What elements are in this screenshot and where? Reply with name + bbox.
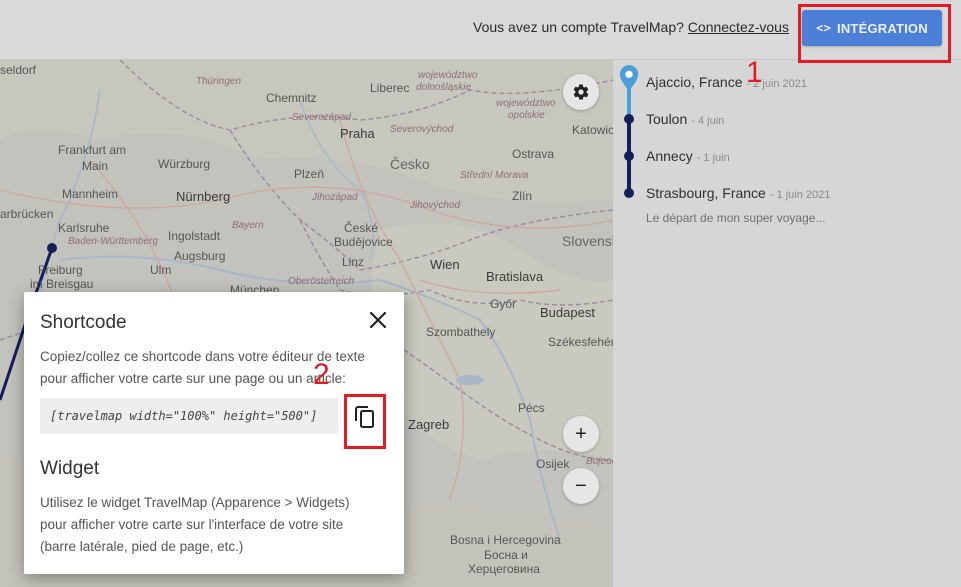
minus-icon: − [575, 474, 587, 497]
shortcode-field[interactable]: [travelmap width="100%" height="500"] [40, 398, 338, 434]
map-label: Pécs [518, 401, 545, 415]
timeline-stop[interactable]: Toulon - 4 juin [646, 111, 724, 127]
login-link[interactable]: Connectez-vous [688, 19, 789, 35]
map-label: Wien [430, 257, 460, 272]
timeline-stop[interactable]: Ajaccio, France - 2 juin 2021 [646, 74, 807, 90]
map-label: Bojeod [586, 456, 613, 467]
map-label: Střední Morava [460, 170, 529, 181]
map-label: Győr [490, 297, 517, 311]
timeline-stop[interactable]: Strasbourg, France - 1 juin 2021 [646, 185, 830, 201]
gear-icon [573, 84, 589, 100]
map-label: Босна и [484, 548, 528, 562]
map-label: Mannheim [62, 187, 119, 201]
map-label: Slovensk [562, 233, 613, 249]
map-label: Jihozápad [312, 192, 358, 203]
account-text: Vous avez un compte TravelMap? [473, 19, 684, 35]
map-label: Frankfurt am [58, 143, 127, 157]
step-number: 1 [746, 56, 763, 89]
map-pin-icon [619, 65, 639, 91]
close-button[interactable] [366, 308, 390, 332]
map-label: Česko [390, 156, 430, 172]
map-label: Praha [340, 126, 375, 141]
map-label: Main [82, 159, 109, 173]
map-label: Thüringen [196, 76, 242, 87]
map-label: Zagreb [408, 417, 450, 432]
map-label: Székesfehérvár [548, 335, 613, 349]
map-label: im Breisgau [30, 277, 94, 291]
map-label: Ingolstadt [168, 229, 221, 243]
plus-icon: + [575, 422, 587, 445]
stop-date: - 4 juin [691, 115, 725, 127]
map-label: Osijek [536, 457, 570, 471]
timeline-dot [624, 114, 634, 124]
trip-sidebar [613, 60, 961, 587]
dialog-title: Shortcode [40, 312, 127, 333]
timeline-dot [624, 151, 634, 161]
stop-name: Strasbourg, France [646, 185, 766, 201]
map-settings-button[interactable] [563, 74, 599, 110]
map-label: arbrücken [0, 207, 54, 221]
map-label: Херцеговина [468, 562, 540, 576]
timeline-dot [624, 188, 634, 198]
map-label: Ulm [150, 263, 172, 277]
map-label: dolnośląskie [416, 82, 472, 93]
map-label: Chemnitz [266, 91, 317, 105]
stop-date: - 1 juin 2021 [769, 189, 831, 201]
map-label: Katowic [572, 123, 613, 137]
widget-title: Widget [40, 458, 100, 479]
map-label: Würzburg [158, 157, 211, 171]
highlight-copy [344, 394, 386, 449]
map-label: Liberec [370, 81, 410, 95]
zoom-out-button[interactable]: − [563, 468, 599, 504]
map-label: Freiburg [38, 263, 83, 277]
map-label: opolskie [508, 110, 545, 121]
map-label: Linz [342, 255, 365, 269]
stop-name: Ajaccio, France [646, 74, 743, 90]
map-label: Oberösterreich [288, 276, 355, 287]
stop-description: Le départ de mon super voyage... [646, 211, 826, 225]
map-label: województwo [496, 98, 556, 109]
map-label: seldorf [0, 63, 37, 77]
map-label: Budějovice [334, 235, 393, 249]
map-label: województwo [418, 70, 478, 81]
map-label: Zlín [512, 189, 533, 203]
map-label: Szombathely [426, 325, 496, 339]
map-label: Karlsruhe [58, 221, 110, 235]
highlight-integration [798, 4, 951, 63]
account-prompt: Vous avez un compte TravelMap? Connectez… [473, 19, 789, 35]
map-label: Ostrava [512, 147, 555, 161]
map-label: Nürnberg [176, 189, 231, 204]
close-icon [369, 311, 387, 329]
map-label: Jihovýchod [410, 200, 461, 211]
map-label: Bosna i Hercegovina [450, 533, 561, 547]
stop-name: Toulon [646, 111, 688, 127]
widget-instructions: Utilisez le widget TravelMap (Apparence … [40, 495, 350, 554]
map-label: Severovýchod [390, 124, 454, 135]
map-label: Budapest [540, 305, 595, 320]
stop-name: Annecy [646, 148, 693, 164]
stop-date: - 1 juin [696, 152, 730, 164]
map-label: Bratislava [486, 269, 544, 284]
map-label: Augsburg [174, 249, 226, 263]
map-label: České [344, 221, 379, 235]
map-label: Severozápad [292, 112, 351, 123]
timeline-stop[interactable]: Annecy - 1 juin [646, 148, 730, 164]
map-label: Bayern [232, 220, 264, 231]
zoom-in-button[interactable]: + [563, 416, 599, 452]
map-label: Plzeň [294, 167, 325, 181]
map-label: Baden-Württemberg [68, 236, 159, 247]
step-number: 2 [313, 358, 330, 391]
